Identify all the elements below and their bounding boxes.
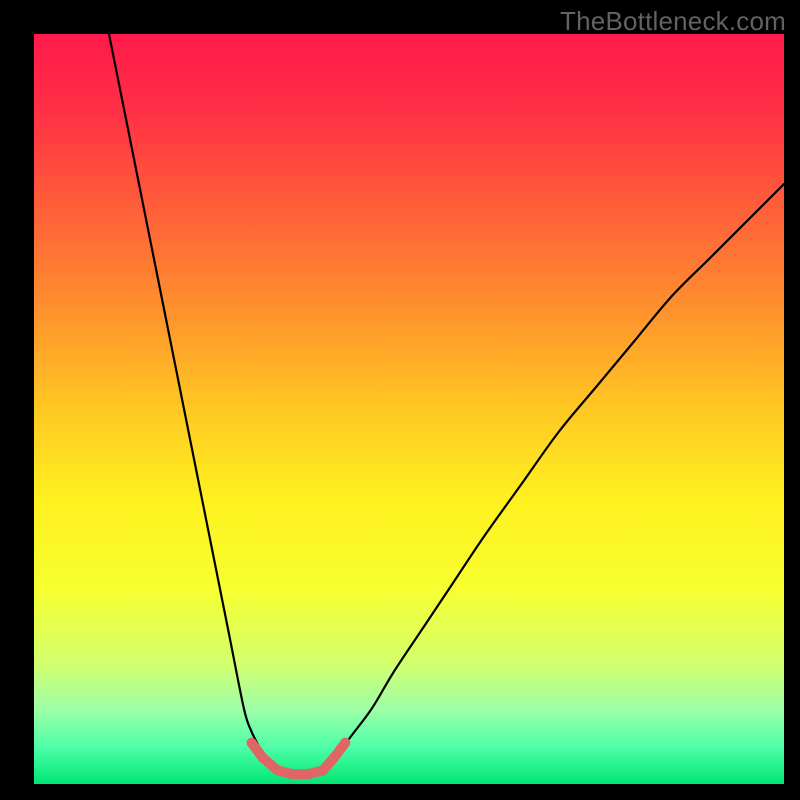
bottleneck-chart xyxy=(34,34,784,784)
chart-background xyxy=(34,34,784,784)
watermark-text: TheBottleneck.com xyxy=(560,6,786,37)
chart-frame: TheBottleneck.com xyxy=(0,0,800,800)
